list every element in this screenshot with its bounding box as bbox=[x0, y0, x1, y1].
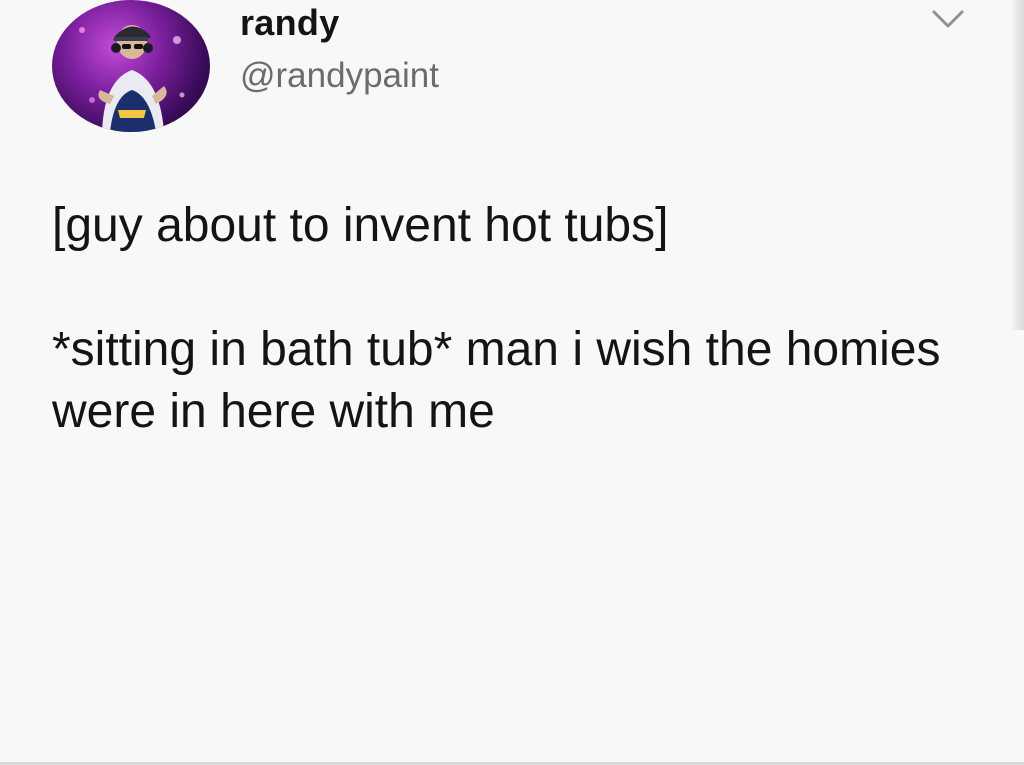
display-name[interactable]: randy bbox=[240, 2, 340, 44]
tweet-card: randy @randypaint [guy about to invent h… bbox=[0, 0, 1024, 765]
tweet-text-paragraph: [guy about to invent hot tubs] bbox=[52, 199, 669, 252]
chevron-down-icon[interactable] bbox=[928, 6, 968, 32]
user-handle[interactable]: @randypaint bbox=[240, 56, 439, 96]
tweet-text-paragraph: *sitting in bath tub* man i wish the hom… bbox=[52, 323, 941, 438]
scroll-edge-shadow bbox=[1010, 0, 1024, 330]
avatar[interactable] bbox=[52, 0, 210, 132]
tweet-text: [guy about to invent hot tubs] *sitting … bbox=[52, 195, 982, 443]
avatar-icon bbox=[79, 25, 185, 132]
